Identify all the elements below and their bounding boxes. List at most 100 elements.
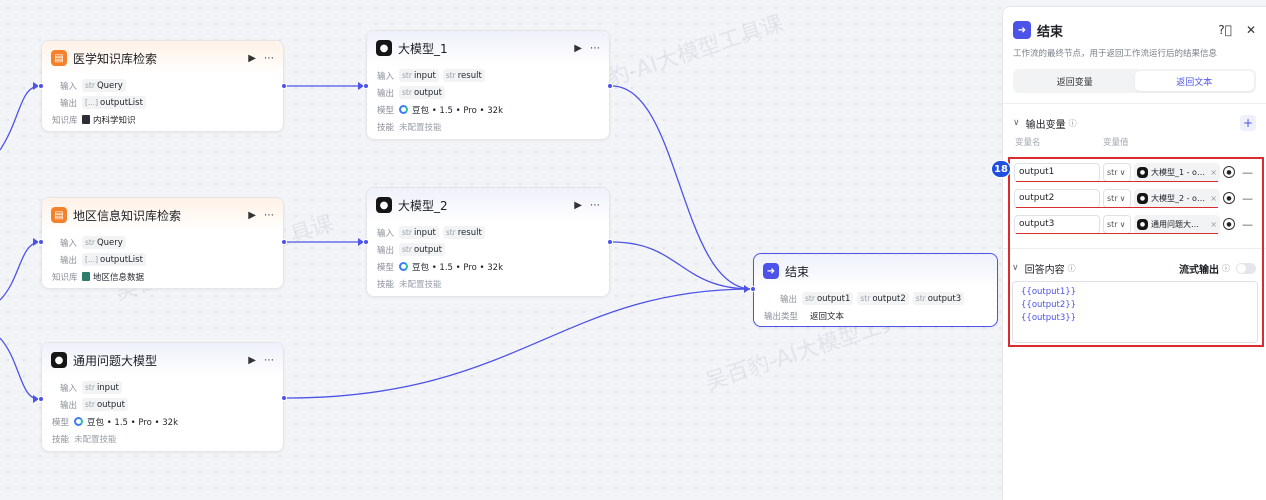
input-tag: str input [82,381,122,394]
stream-output-toggle[interactable] [1236,262,1256,274]
more-icon[interactable]: ⋯ [264,210,274,221]
output-label: 输出 [60,255,78,266]
variable-type-select[interactable]: str ∨ [1103,162,1131,182]
input-label: 输入 [60,383,78,394]
chevron-down-icon[interactable]: ∨ [1013,118,1020,128]
llm-icon: ● [1137,166,1148,178]
output-handle[interactable] [607,239,613,245]
panel-title: 结束 [1037,24,1064,40]
input-tag: str input [399,226,439,239]
edge-llm1-end [611,85,753,290]
run-icon[interactable]: ▶ [248,210,256,221]
skill-value: 未配置技能 [399,122,442,133]
panel-description: 工作流的最终节点，用于返回工作流运行后的结果信息 [1013,49,1218,59]
node-general-llm[interactable]: ● 通用问题大模型 ▶ ⋯ 输入 str input 输出 str output 模… [41,342,284,452]
doubao-logo-icon [399,105,408,114]
variable-reference[interactable]: ● 通用问题大… × [1134,214,1220,234]
chevron-down-icon[interactable]: ∨ [1012,263,1019,273]
column-header-value: 变量值 [1103,138,1129,148]
input-label: 输入 [377,71,395,82]
variable-type-select[interactable]: str ∨ [1103,188,1131,208]
clear-icon[interactable]: × [1210,194,1217,203]
output-label: 输出 [60,98,78,109]
variable-name-input[interactable]: output1 [1014,162,1100,182]
llm-icon: ● [1137,218,1148,230]
output-handle[interactable] [281,83,287,89]
node-title: 通用问题大模型 [73,353,158,368]
variable-name-input[interactable]: output3 [1014,214,1100,234]
output-label: 输出 [60,400,78,411]
llm-icon: ● [376,197,392,213]
node-config-panel: ➜ 结束 ?⃝ ✕ 工作流的最终节点，用于返回工作流运行后的结果信息 返回变量 … [1002,6,1266,500]
edge-in-region [0,241,39,301]
node-llm-1[interactable]: ● 大模型_1 ▶ ⋯ 输入 str input str result 输出 str… [366,30,610,140]
model-label: 模型 [52,417,70,428]
variable-reference[interactable]: ● 大模型_1 - o… × [1134,162,1220,182]
answer-line: {{output3}} [1021,313,1077,323]
output-variable-row: output3 str ∨ ● 通用问题大… × ● — [1014,214,1253,234]
run-icon[interactable]: ▶ [574,43,582,54]
info-icon[interactable]: ⓘ [1222,263,1230,274]
run-icon[interactable]: ▶ [248,53,256,64]
input-handle[interactable] [38,396,44,402]
llm-icon: ● [376,40,392,56]
input-tag: str result [442,69,485,82]
clear-icon[interactable]: × [1210,168,1217,177]
model-name: 豆包 • 1.5 • Pro • 32k [412,105,503,116]
answer-title: 回答内容 [1024,264,1065,276]
stream-output-control: 流式输出 ⓘ [1179,261,1256,276]
more-icon[interactable]: ⋯ [590,200,600,211]
output-tag: str output [399,243,445,256]
remove-variable-button[interactable]: — [1242,166,1253,179]
input-tag: str Query [82,236,126,249]
kb-name: 内科学知识 [93,115,136,126]
info-icon[interactable]: ⓘ [1068,263,1076,274]
variable-reference[interactable]: ● 大模型_2 - o… × [1134,188,1220,208]
close-icon[interactable]: ✕ [1246,23,1256,37]
input-handle[interactable] [38,83,44,89]
node-title: 大模型_2 [398,198,448,213]
remove-variable-button[interactable]: — [1242,192,1253,205]
input-handle[interactable] [363,83,369,89]
target-icon[interactable]: ● [1223,192,1235,204]
variable-name-input[interactable]: output2 [1014,188,1100,208]
input-handle[interactable] [750,286,756,292]
edge-general-end [285,288,753,399]
llm-icon: ● [51,352,67,368]
more-icon[interactable]: ⋯ [264,53,274,64]
input-tag: str result [442,226,485,239]
input-handle[interactable] [363,239,369,245]
tab-return-variables[interactable]: 返回变量 [1015,71,1135,91]
workflow-canvas[interactable]: 吴百豹-AI大模型工具课 吴百豹-AI大模型工具课 吴百豹-AI大模型工具课 ▤… [0,0,1002,500]
run-icon[interactable]: ▶ [248,355,256,366]
answer-content-editor[interactable]: {{output1}} {{output2}} {{output3}} [1012,281,1258,343]
add-variable-button[interactable]: + [1240,115,1256,131]
clear-icon[interactable]: × [1210,220,1217,229]
output-handle[interactable] [607,83,613,89]
variable-type-select[interactable]: str ∨ [1103,214,1131,234]
remove-variable-button[interactable]: — [1242,218,1253,231]
help-icon[interactable]: ?⃝ [1218,23,1232,37]
output-handle[interactable] [281,239,287,245]
node-end[interactable]: ➜ 结束 输出 str output1 str output2 str output3… [753,253,998,327]
edge-in-med [0,85,39,151]
more-icon[interactable]: ⋯ [264,355,274,366]
target-icon[interactable]: ● [1223,166,1235,178]
tab-return-text[interactable]: 返回文本 [1134,71,1254,91]
input-handle[interactable] [38,239,44,245]
input-label: 输入 [60,238,78,249]
node-medical-kb-search[interactable]: ▤ 医学知识库检索 ▶ ⋯ 输入 str Query 输出 [...] output… [41,40,284,132]
model-name: 豆包 • 1.5 • Pro • 32k [87,417,178,428]
output-vars-title: 输出变量 [1025,119,1066,131]
target-icon[interactable]: ● [1223,218,1235,230]
output-label: 输出 [377,245,395,256]
node-title: 大模型_1 [398,41,448,56]
more-icon[interactable]: ⋯ [590,43,600,54]
info-icon[interactable]: ⓘ [1069,118,1077,129]
node-llm-2[interactable]: ● 大模型_2 ▶ ⋯ 输入 str input str result 输出 str… [366,187,610,297]
node-region-kb-search[interactable]: ▤ 地区信息知识库检索 ▶ ⋯ 输入 str Query 输出 [...] outp… [41,197,284,289]
doubao-logo-icon [399,262,408,271]
run-icon[interactable]: ▶ [574,200,582,211]
skill-value: 未配置技能 [74,434,117,445]
output-handle[interactable] [281,395,287,401]
